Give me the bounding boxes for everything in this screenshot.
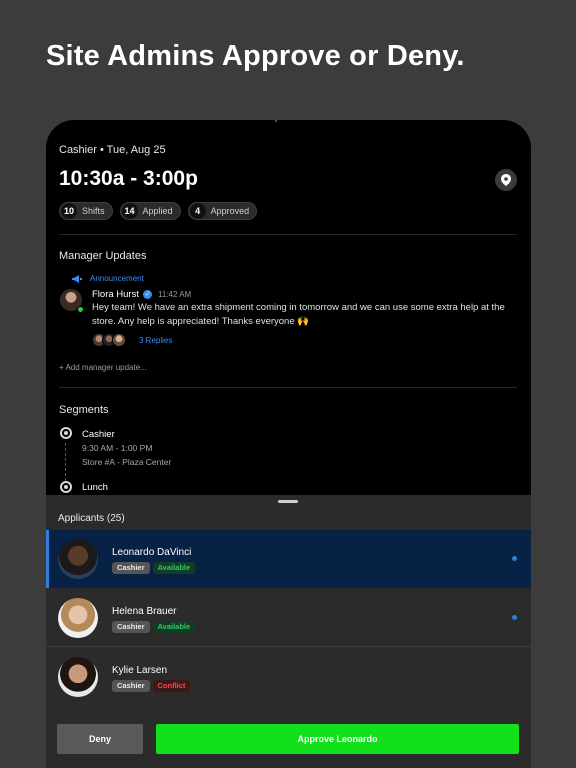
- divider: [59, 234, 517, 235]
- update-author: Flora Hurst ✓ 11:42 AM: [92, 289, 191, 300]
- avatar: [112, 333, 126, 347]
- author-name: Flora Hurst: [92, 289, 139, 300]
- avatar: [58, 539, 98, 579]
- segment-time: 9:30 AM - 1:00 PM: [82, 443, 153, 453]
- status-badge: Available: [152, 562, 196, 574]
- segment-clock-icon: [60, 427, 72, 439]
- status-badge: Available: [152, 621, 196, 633]
- segment-location: Store #A - Plaza Center: [82, 457, 172, 467]
- applicant-name: Helena Brauer: [112, 606, 177, 617]
- role-badge: Cashier: [112, 621, 150, 633]
- divider: [59, 387, 517, 388]
- applicant-tags: Cashier Available: [112, 562, 196, 574]
- reply-avatars[interactable]: [92, 333, 126, 347]
- manager-updates-title: Manager Updates: [59, 250, 147, 262]
- announcement-tag: Announcement: [72, 274, 144, 283]
- drag-handle[interactable]: [278, 500, 298, 503]
- deny-button[interactable]: Deny: [57, 724, 143, 754]
- unread-indicator: [512, 556, 517, 561]
- applicants-title: Applicants (25): [58, 513, 125, 524]
- applicant-row[interactable]: Helena Brauer Cashier Available: [46, 589, 531, 647]
- stat-chip-shifts[interactable]: 10 Shifts: [59, 202, 113, 220]
- stat-chip-approved[interactable]: 4 Approved: [187, 202, 258, 220]
- approve-button[interactable]: Approve Leonardo: [156, 724, 519, 754]
- shift-time: 10:30a - 3:00p: [59, 167, 198, 190]
- stat-label: Applied: [142, 206, 173, 216]
- online-status-dot: [77, 306, 84, 313]
- update-message: Hey team! We have an extra shipment comi…: [92, 302, 505, 327]
- add-manager-update[interactable]: + Add manager update...: [59, 363, 147, 372]
- location-button[interactable]: [495, 169, 517, 191]
- stat-label: Approved: [210, 206, 250, 216]
- divider: [46, 646, 531, 647]
- segments-title: Segments: [59, 404, 109, 416]
- segment-clock-icon: [60, 481, 72, 493]
- stat-label: Shifts: [82, 206, 105, 216]
- segment-connector: [65, 443, 66, 481]
- verified-icon: ✓: [142, 290, 152, 299]
- megaphone-icon: [72, 274, 82, 283]
- camera-dot: [275, 120, 277, 122]
- announcement-label: Announcement: [90, 274, 144, 283]
- applicant-row[interactable]: Kylie Larsen Cashier Conflict: [46, 648, 531, 706]
- shift-subtitle: Cashier • Tue, Aug 25: [59, 144, 166, 156]
- avatar: [58, 598, 98, 638]
- stat-chip-applied[interactable]: 14 Applied: [119, 202, 181, 220]
- page-headline: Site Admins Approve or Deny.: [46, 40, 465, 72]
- device-screen: Cashier • Tue, Aug 25 10:30a - 3:00p 10 …: [46, 120, 531, 768]
- role-badge: Cashier: [112, 680, 150, 692]
- avatar: [58, 657, 98, 697]
- segment-name: Cashier: [82, 429, 115, 440]
- stat-count: 14: [121, 203, 138, 219]
- applicant-tags: Cashier Conflict: [112, 680, 191, 692]
- applicant-name: Leonardo DaVinci: [112, 547, 192, 558]
- location-pin-icon: [501, 174, 511, 186]
- applicants-sheet: Applicants (25) Leonardo DaVinci Cashier…: [46, 495, 531, 768]
- status-badge: Conflict: [152, 680, 191, 692]
- stat-count: 10: [61, 203, 78, 219]
- segment-name: Lunch: [82, 482, 108, 493]
- shift-stats: 10 Shifts 14 Applied 4 Approved: [59, 202, 258, 220]
- role-badge: Cashier: [112, 562, 150, 574]
- replies-link[interactable]: 3 Replies: [139, 336, 172, 345]
- update-timestamp: 11:42 AM: [157, 290, 192, 299]
- applicant-name: Kylie Larsen: [112, 665, 168, 676]
- unread-indicator: [512, 615, 517, 620]
- applicant-tags: Cashier Available: [112, 621, 196, 633]
- applicant-row[interactable]: Leonardo DaVinci Cashier Available: [46, 530, 531, 588]
- stat-count: 4: [189, 203, 206, 219]
